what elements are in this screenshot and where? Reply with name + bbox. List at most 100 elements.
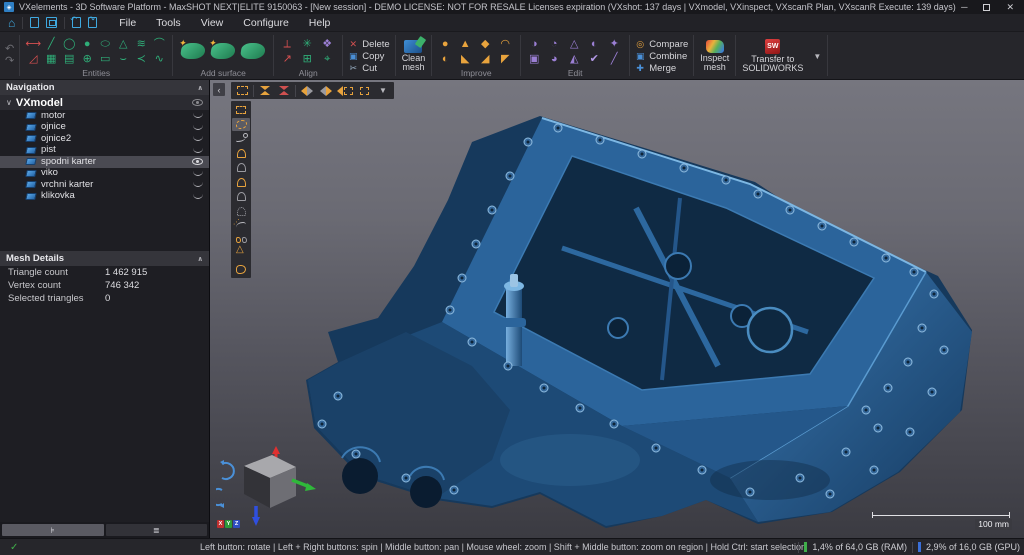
copy-button[interactable]: ▣Copy [348, 51, 389, 62]
visibility-eye-closed-icon[interactable] [193, 171, 203, 176]
defeature-icon[interactable]: ◣ [457, 51, 473, 66]
validate-icon[interactable]: ✔ [586, 51, 602, 66]
curve-icon[interactable]: ⌒ [151, 36, 167, 51]
tree-root-vxmodel[interactable]: ∨ VXmodel [0, 95, 209, 110]
brush-dome-tool[interactable] [232, 147, 250, 161]
visibility-eye-closed-icon[interactable] [193, 125, 203, 130]
ellipse-icon[interactable]: ⬭ [97, 36, 113, 51]
toolbar-more-button[interactable]: ▼ [375, 84, 391, 98]
align-mesh-plane-icon[interactable]: ❖ [319, 36, 335, 51]
chevron-down-icon[interactable]: ▼ [813, 52, 821, 61]
connected-curve-tool[interactable] [232, 132, 250, 146]
boolean-icon[interactable]: ▣ [526, 51, 542, 66]
fix-mesh-icon[interactable]: ◤ [497, 51, 513, 66]
triangle-edit-icon[interactable]: △ [566, 36, 582, 51]
cylinder-grid-icon[interactable]: ▤ [61, 51, 77, 66]
visibility-eye-open-icon[interactable] [192, 158, 203, 165]
rectangle-icon[interactable]: ▭ [97, 51, 113, 66]
menu-configure[interactable]: Configure [235, 15, 297, 31]
maximize-button[interactable] [983, 4, 990, 11]
grid-icon[interactable]: ▦ [43, 51, 59, 66]
tree-item-klikovka[interactable]: klikovka [0, 191, 209, 203]
menu-file[interactable]: File [111, 15, 144, 31]
align-frame-icon[interactable]: ⊞ [299, 51, 315, 66]
viewport-3d[interactable]: ‹ ▼ [210, 80, 1024, 538]
selection-options-button[interactable] [337, 84, 353, 98]
tree-item-viko[interactable]: viko [0, 168, 209, 180]
add-surface-icon[interactable]: ✦ [180, 43, 206, 59]
tree-item-ojnice2[interactable]: ojnice2 [0, 133, 209, 145]
trim-icon[interactable]: ◔ [546, 36, 562, 51]
selection-presets-button[interactable] [356, 84, 372, 98]
list-view-toggle-button[interactable]: ≣ [106, 524, 208, 536]
fill-holes-icon[interactable]: ● [437, 36, 453, 51]
visibility-eye-closed-icon[interactable] [193, 148, 203, 153]
freeform-selection-tool[interactable] [232, 118, 250, 132]
crankcase-mesh-model[interactable] [210, 80, 1024, 538]
brush-dome-gray-tool[interactable] [232, 161, 250, 175]
tree-view-toggle-button[interactable]: ⊧ [2, 524, 104, 536]
next-selection-button[interactable] [318, 84, 334, 98]
import-button[interactable] [72, 17, 81, 28]
align-pin-icon[interactable]: ↗ [279, 51, 295, 66]
menu-help[interactable]: Help [301, 15, 339, 31]
selection-rect-mode-button[interactable] [234, 84, 250, 98]
merge-button[interactable]: ✚Merge [635, 63, 688, 74]
expander-icon[interactable]: ∨ [6, 98, 12, 107]
remesh-icon[interactable]: ◭ [566, 51, 582, 66]
minimize-button[interactable]: ─ [961, 2, 967, 12]
close-button[interactable]: ✕ [1006, 2, 1014, 12]
remove-spikes-icon[interactable]: ▲ [457, 36, 473, 51]
dome-dotted-tool[interactable] [232, 205, 250, 219]
align-target-icon[interactable]: ✳ [299, 36, 315, 51]
redo-button[interactable]: ↷ [5, 56, 14, 67]
tree-item-spodni-karter[interactable]: spodni karter [0, 156, 209, 168]
smooth-boundary-icon[interactable]: ◢ [477, 51, 493, 66]
home-button[interactable]: ⌂ [8, 17, 15, 29]
rectangle-selection-tool[interactable] [232, 103, 250, 117]
point-icon[interactable]: ● [79, 36, 95, 51]
cone-icon[interactable]: △ [115, 36, 131, 51]
spline-icon[interactable]: ∿ [151, 51, 167, 66]
triangle-select-tool[interactable] [232, 248, 250, 262]
cut-button[interactable]: ✂Cut [348, 63, 389, 74]
orientation-cube[interactable] [216, 446, 316, 528]
dome-select-gray-tool[interactable] [232, 190, 250, 204]
bridge-icon[interactable]: ◠ [497, 36, 513, 51]
previous-selection-button[interactable] [299, 84, 315, 98]
smooth-surface-icon[interactable] [240, 43, 266, 59]
save-session-button[interactable] [46, 17, 57, 28]
clean-mesh-button[interactable]: Cleanmesh [396, 32, 432, 79]
boundary-icon[interactable]: ◐ [437, 51, 453, 66]
undo-button[interactable]: ↶ [5, 44, 14, 55]
visibility-eye-closed-icon[interactable] [193, 136, 203, 141]
navigation-panel-header[interactable]: Navigation∧ [0, 80, 209, 95]
compare-button[interactable]: ◎Compare [635, 39, 688, 50]
visibility-eye-closed-icon[interactable] [193, 182, 203, 187]
delete-button[interactable]: ✕Delete [348, 39, 389, 50]
visibility-eye-closed-icon[interactable] [193, 194, 203, 199]
transfer-solidworks-button[interactable]: SW Transfer toSOLIDWORKS ▼ [736, 32, 827, 79]
circle-icon[interactable]: ◯ [61, 36, 77, 51]
sphere-grid-icon[interactable]: ⊕ [79, 51, 95, 66]
blob-select-tool[interactable] [232, 263, 250, 277]
visibility-eye-icon[interactable] [192, 99, 203, 106]
cut-plane-icon[interactable]: ◑ [526, 36, 542, 51]
tree-item-ojnice[interactable]: ojnice [0, 122, 209, 134]
new-session-button[interactable] [30, 17, 39, 28]
tree-item-motor[interactable]: motor [0, 110, 209, 122]
align-axes-icon[interactable]: ⟂ [279, 36, 295, 51]
split-icon[interactable]: ◐ [586, 36, 602, 51]
view-normal-button[interactable] [257, 84, 273, 98]
view-reverse-button[interactable] [276, 84, 292, 98]
dome-select-tool[interactable] [232, 176, 250, 190]
corner-arc-icon[interactable]: ◿ [25, 51, 41, 66]
vee-icon[interactable]: ≺ [133, 51, 149, 66]
panel-collapse-button[interactable]: ‹ [213, 83, 225, 96]
line-icon[interactable]: ╱ [43, 36, 59, 51]
surfaces-icon[interactable]: ≋ [133, 36, 149, 51]
measure-icon[interactable]: ⟷ [25, 36, 41, 51]
offset-icon[interactable]: ◕ [546, 51, 562, 66]
export-button[interactable] [88, 17, 97, 28]
mirror-icon[interactable]: ✦ [606, 36, 622, 51]
